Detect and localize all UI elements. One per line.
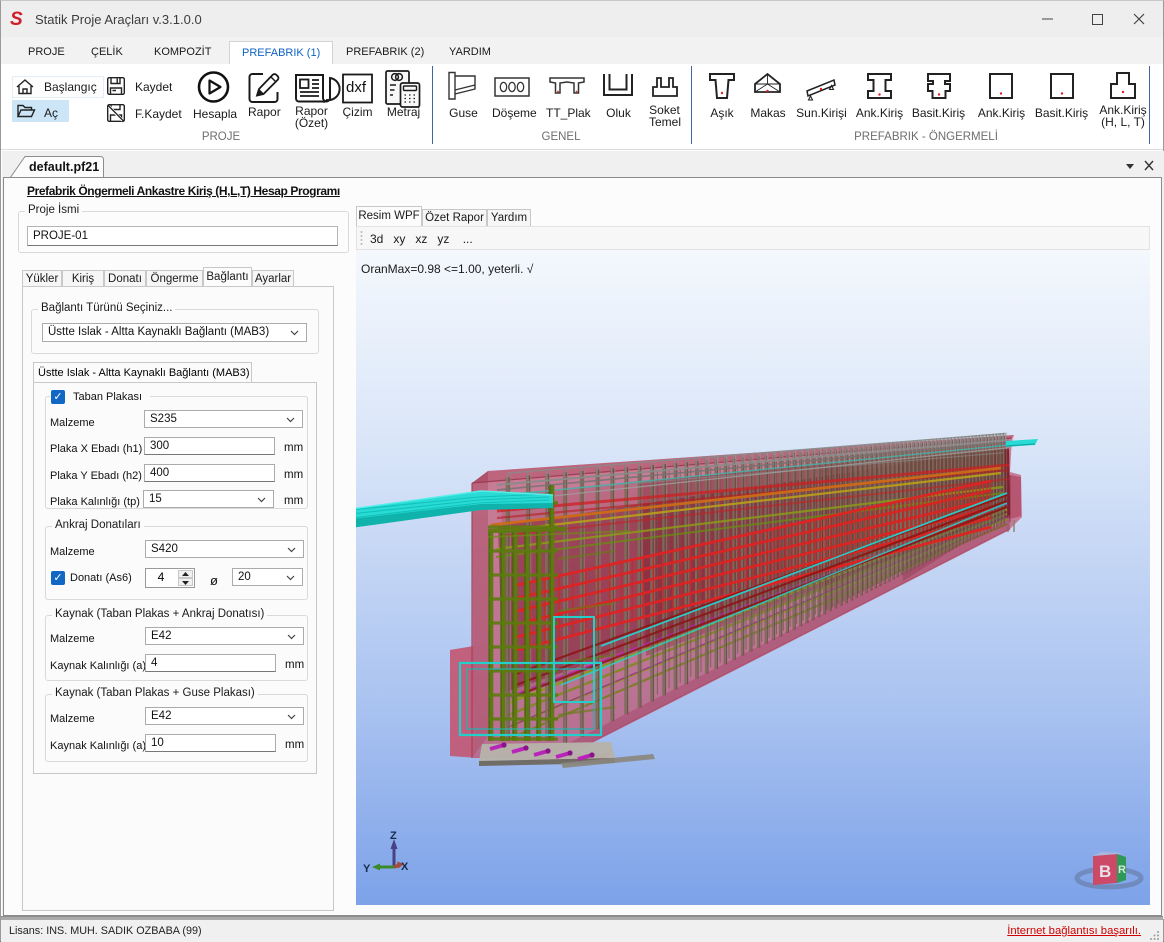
svg-text:Y: Y xyxy=(363,863,371,875)
svg-text:Z: Z xyxy=(390,830,397,842)
svg-text:B: B xyxy=(1099,862,1111,881)
svg-text:X: X xyxy=(401,861,409,873)
svg-text:R: R xyxy=(1118,864,1126,876)
